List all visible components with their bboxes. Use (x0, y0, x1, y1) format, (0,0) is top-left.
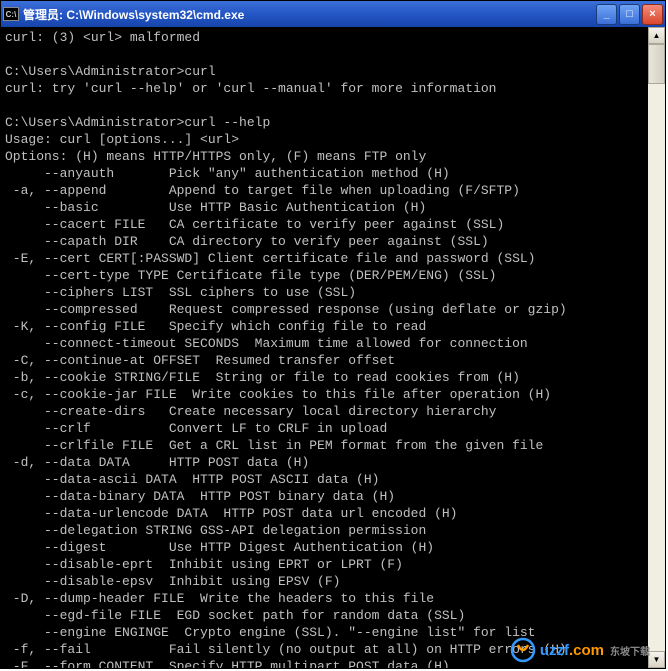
window-title: 管理员: C:\Windows\system32\cmd.exe (23, 6, 596, 23)
vertical-scrollbar: ▲ ▼ (648, 27, 665, 668)
terminal-line: --crlf Convert LF to CRLF in upload (5, 420, 661, 437)
terminal-line: --capath DIR CA directory to verify peer… (5, 233, 661, 250)
terminal-line: -K, --config FILE Specify which config f… (5, 318, 661, 335)
scroll-down-button[interactable]: ▼ (648, 651, 665, 668)
terminal-line: Options: (H) means HTTP/HTTPS only, (F) … (5, 148, 661, 165)
terminal-line: --create-dirs Create necessary local dir… (5, 403, 661, 420)
terminal-line: --cacert FILE CA certificate to verify p… (5, 216, 661, 233)
terminal-line: --data-urlencode DATA HTTP POST data url… (5, 505, 661, 522)
terminal-line: -a, --append Append to target file when … (5, 182, 661, 199)
terminal-line: --disable-epsv Inhibit using EPSV (F) (5, 573, 661, 590)
scroll-thumb[interactable] (648, 44, 665, 84)
terminal-line: --basic Use HTTP Basic Authentication (H… (5, 199, 661, 216)
titlebar[interactable]: C:\ 管理员: C:\Windows\system32\cmd.exe _ □… (1, 1, 665, 27)
terminal-line: C:\Users\Administrator>curl --help (5, 114, 661, 131)
terminal-line: -b, --cookie STRING/FILE String or file … (5, 369, 661, 386)
terminal-line: --egd-file FILE EGD socket path for rand… (5, 607, 661, 624)
terminal-line (5, 97, 661, 114)
terminal-line: --compressed Request compressed response… (5, 301, 661, 318)
terminal-line: --cert-type TYPE Certificate file type (… (5, 267, 661, 284)
watermark: uzzf.com 东坡下载 (510, 637, 650, 663)
terminal-line (5, 46, 661, 63)
watermark-logo-icon (510, 637, 536, 663)
terminal-line: --data-binary DATA HTTP POST binary data… (5, 488, 661, 505)
scroll-up-button[interactable]: ▲ (648, 27, 665, 44)
terminal-output[interactable]: curl: (3) <url> malformed C:\Users\Admin… (1, 27, 665, 668)
maximize-button[interactable]: □ (619, 4, 640, 25)
terminal-line: --crlfile FILE Get a CRL list in PEM for… (5, 437, 661, 454)
terminal-line: -D, --dump-header FILE Write the headers… (5, 590, 661, 607)
terminal-line: --anyauth Pick "any" authentication meth… (5, 165, 661, 182)
close-button[interactable]: × (642, 4, 663, 25)
terminal-line: --disable-eprt Inhibit using EPRT or LPR… (5, 556, 661, 573)
watermark-text: uzzf.com (540, 642, 604, 659)
terminal-line: --digest Use HTTP Digest Authentication … (5, 539, 661, 556)
terminal-line: Usage: curl [options...] <url> (5, 131, 661, 148)
terminal-line: --connect-timeout SECONDS Maximum time a… (5, 335, 661, 352)
cmd-window: C:\ 管理员: C:\Windows\system32\cmd.exe _ □… (0, 0, 666, 669)
terminal-line: -c, --cookie-jar FILE Write cookies to t… (5, 386, 661, 403)
terminal-line: curl: (3) <url> malformed (5, 29, 661, 46)
terminal-line: --delegation STRING GSS-API delegation p… (5, 522, 661, 539)
terminal-line: C:\Users\Administrator>curl (5, 63, 661, 80)
watermark-subtitle: 东坡下载 (610, 643, 650, 658)
terminal-line: --ciphers LIST SSL ciphers to use (SSL) (5, 284, 661, 301)
terminal-line: -C, --continue-at OFFSET Resumed transfe… (5, 352, 661, 369)
terminal-line: curl: try 'curl --help' or 'curl --manua… (5, 80, 661, 97)
scroll-track[interactable] (648, 44, 665, 651)
terminal-line: -d, --data DATA HTTP POST data (H) (5, 454, 661, 471)
window-controls: _ □ × (596, 4, 663, 25)
cmd-icon: C:\ (3, 7, 19, 21)
terminal-line: -E, --cert CERT[:PASSWD] Client certific… (5, 250, 661, 267)
terminal-line: --data-ascii DATA HTTP POST ASCII data (… (5, 471, 661, 488)
minimize-button[interactable]: _ (596, 4, 617, 25)
